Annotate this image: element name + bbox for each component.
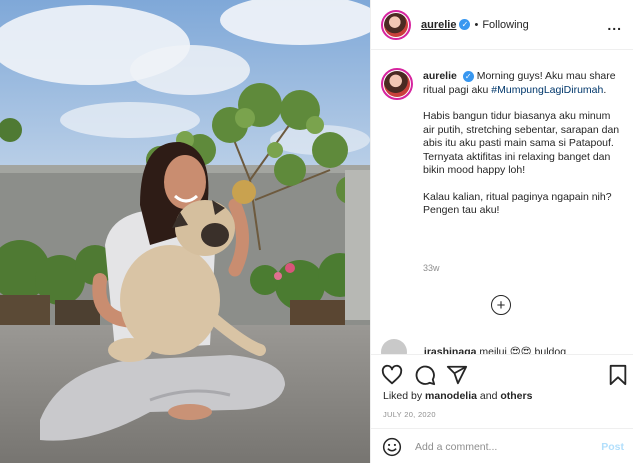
post-header: aurelie ✓ • Following ...: [371, 0, 633, 50]
verified-badge-icon: ✓: [459, 19, 471, 30]
load-more-comments-icon[interactable]: +: [491, 295, 511, 315]
header-separator: •: [474, 18, 479, 31]
liked-by-user[interactable]: manodelia: [425, 390, 477, 402]
caption-hashtag-link[interactable]: #MumpungLagiDirumah: [491, 84, 603, 96]
author-avatar[interactable]: [381, 9, 411, 40]
caption-hashtag-suffix: .: [603, 83, 607, 96]
likes-prefix: Liked by: [383, 390, 426, 402]
more-options-icon[interactable]: ...: [607, 17, 622, 33]
commenter-avatar[interactable]: [381, 339, 407, 354]
caption-paragraph-3: Kalau kalian, ritual paginya ngapain nih…: [423, 190, 612, 217]
emoji-icon[interactable]: [382, 437, 402, 457]
post-modal: aurelie ✓ • Following ... aurelie ✓ Morn…: [0, 0, 633, 463]
caption-verified-badge-icon: ✓: [462, 71, 474, 83]
caption-paragraph-2: Habis bangun tidur biasanya aku minum ai…: [423, 110, 620, 176]
caption-time-ago[interactable]: 33w: [423, 263, 440, 273]
caption-username[interactable]: aurelie: [423, 70, 457, 82]
post-date[interactable]: JULY 20, 2020: [383, 410, 436, 419]
action-bar: [371, 354, 633, 392]
post-image: [0, 0, 370, 463]
likes-summary: Liked by manodelia and others: [383, 390, 532, 402]
following-button[interactable]: Following: [482, 19, 528, 31]
comment-icon[interactable]: [414, 364, 436, 386]
share-icon[interactable]: [446, 364, 468, 386]
post-side-panel: aurelie ✓ • Following ... aurelie ✓ Morn…: [370, 0, 633, 463]
add-comment-input[interactable]: [415, 438, 585, 456]
likes-middle: and: [476, 390, 501, 402]
comment-form: Post: [371, 428, 633, 463]
comment-item: irashinaga meilui 😍😍 buldog: [381, 339, 631, 354]
post-photo[interactable]: [0, 0, 370, 463]
author-username[interactable]: aurelie: [421, 19, 456, 31]
bookmark-icon[interactable]: [607, 364, 629, 386]
post-comment-button[interactable]: Post: [601, 441, 624, 453]
commenter-username[interactable]: irashinaga: [424, 346, 477, 354]
post-caption: aurelie ✓ Morning guys! Aku mau share ri…: [423, 70, 623, 231]
comments-section[interactable]: aurelie ✓ Morning guys! Aku mau share ri…: [371, 51, 633, 354]
liked-by-others[interactable]: others: [500, 390, 532, 402]
heart-icon[interactable]: [381, 364, 403, 386]
caption-author-avatar[interactable]: [381, 68, 413, 100]
comment-text: meilui 😍😍 buldog: [479, 345, 567, 354]
